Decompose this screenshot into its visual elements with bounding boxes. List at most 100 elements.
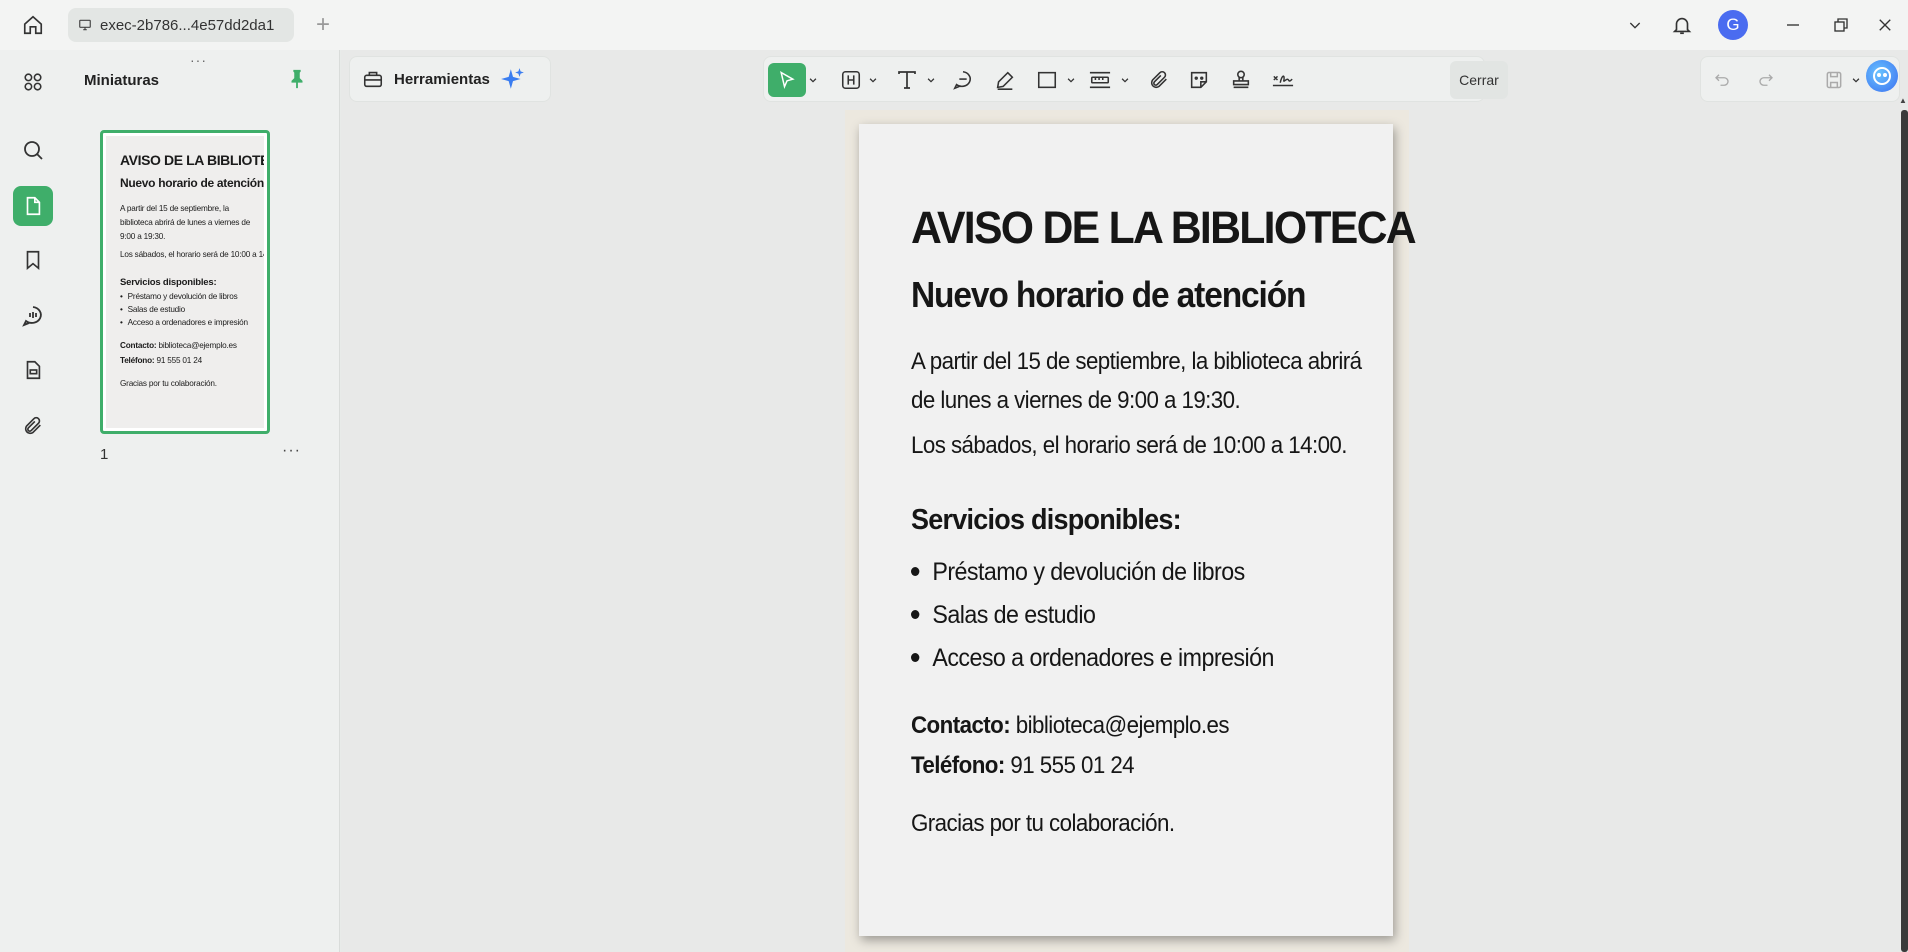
comment-icon [953,70,971,90]
save-dropdown[interactable] [1851,63,1861,97]
thumb-phone: Teléfono: 91 555 01 24 [120,356,202,365]
thumb-heading: AVISO DE LA BIBLIOTECA [120,152,264,168]
paperclip-icon [24,416,41,435]
restore-button[interactable] [1824,8,1858,42]
rail-comments-button[interactable] [13,296,53,336]
text-tool-dropdown[interactable] [926,63,936,97]
home-button[interactable] [16,10,50,40]
tools-label: Herramientas [394,70,490,88]
shape-tool-dropdown[interactable] [1066,63,1076,97]
rail-form-button[interactable] [13,350,53,390]
chevron-down-icon [869,78,877,83]
thanks-text: Gracias por tu colaboración. [911,810,1175,837]
phone-label: Teléfono: [911,752,1005,779]
plus-icon: + [315,11,330,38]
document-page[interactable]: AVISO DE LA BIBLIOTECA Nuevo horario de … [859,124,1417,936]
measure-tool-dropdown[interactable] [1120,63,1130,97]
undo-button[interactable] [1707,63,1737,97]
contact-line: Contacto: biblioteca@ejemplo.es [911,706,1331,746]
text-tool[interactable] [890,63,924,97]
paperclip-icon [1150,70,1167,89]
home-icon [23,15,43,35]
contact-block: Contacto: biblioteca@ejemplo.es Teléfono… [911,706,1331,786]
rail-search-button[interactable] [13,130,53,170]
sparkle-icon[interactable] [500,66,526,92]
highlight-tool-dropdown[interactable] [868,63,878,97]
attach-tool[interactable] [1142,63,1176,97]
save-button[interactable] [1819,63,1849,97]
page-thumbnail[interactable]: AVISO DE LA BIBLIOTECA Nuevo horario de … [100,130,270,434]
thumbnail-more-button[interactable]: ··· [282,442,301,460]
undo-icon [1715,74,1729,86]
close-toolbar-button[interactable]: Cerrar [1450,61,1508,99]
search-icon [24,141,43,160]
rail-attachments-button[interactable] [13,406,53,446]
measure-tool[interactable] [1082,63,1118,97]
thumb-thanks: Gracias por tu colaboración. [120,379,217,388]
thumb-list-item: Préstamo y devolución de libros [120,292,254,301]
new-tab-button[interactable]: + [310,10,336,40]
stamp-tool[interactable] [1224,63,1258,97]
bullet-icon [911,652,920,662]
list-item: Salas de estudio [911,594,1331,637]
scroll-up-arrow[interactable]: ▲ [1899,96,1908,106]
ruler-icon [1089,71,1111,89]
annotation-toolbar: Cerrar [763,56,1508,102]
chevron-down-icon [1121,78,1129,83]
chevron-down-icon [809,78,817,83]
select-tool-button[interactable] [768,63,806,97]
monitor-icon [79,19,91,31]
thumb-paragraph: Los sábados, el horario será de 10:00 a … [120,250,264,259]
thumb-list-item: Salas de estudio [120,305,254,314]
pin-button[interactable] [286,68,310,92]
avatar: G [1718,10,1748,40]
rail-pages-button[interactable] [13,186,53,226]
tab-title: exec-2b786...4e57dd2da1 [100,16,275,34]
redo-button[interactable] [1751,63,1781,97]
page-paragraph: Los sábados, el horario será de 10:00 a … [911,432,1347,459]
thumb-list-item: Acceso a ordenadores e impresión [120,318,254,327]
highlight-text-tool[interactable] [836,63,866,97]
rail-apps-button[interactable] [13,62,53,102]
thumb-services-title: Servicios disponibles: [120,277,217,288]
shape-tool[interactable] [1030,63,1064,97]
bullet-icon [911,609,920,619]
user-avatar-button[interactable]: G [1716,8,1750,42]
notifications-button[interactable] [1666,8,1698,42]
sticker-tool[interactable] [1182,63,1216,97]
form-icon [26,360,41,380]
text-box-h-icon [841,70,861,90]
close-window-button[interactable] [1868,8,1902,42]
chevron-down-icon [1067,78,1075,83]
close-icon [1879,19,1891,31]
services-list: Préstamo y devolución de libros Salas de… [911,551,1363,680]
ai-assistant-button[interactable] [1866,60,1898,92]
thumbnail-page-number: 1 [100,446,109,463]
bell-icon [1672,17,1692,35]
thumbnail-content: AVISO DE LA BIBLIOTECA Nuevo horario de … [106,136,264,428]
rail-bookmarks-button[interactable] [13,240,53,280]
pen-tool[interactable] [988,63,1022,97]
tools-button[interactable]: Herramientas [349,56,551,102]
pin-icon [291,69,303,89]
chevron-down-icon [1629,22,1641,29]
panel-resize-handle[interactable]: ··· [190,52,207,68]
cursor-icon [780,70,795,90]
redo-icon [1759,74,1773,86]
chevron-down-icon [927,78,935,83]
pen-icon [996,71,1014,90]
text-t-icon [898,71,916,89]
signature-tool[interactable] [1266,63,1300,97]
sticker-icon [1190,71,1208,89]
minimize-button[interactable] [1776,8,1810,42]
signature-icon [1272,75,1294,87]
tabs-dropdown-button[interactable] [1620,8,1650,42]
minimize-icon [1787,24,1799,26]
contact-label: Contacto: [911,712,1011,739]
thumb-contact: Contacto: biblioteca@ejemplo.es [120,341,237,350]
select-tool-dropdown[interactable] [808,63,818,97]
document-tab[interactable]: exec-2b786...4e57dd2da1 [68,8,294,42]
comment-tool[interactable] [946,63,980,97]
vertical-scrollbar[interactable] [1901,110,1908,952]
document-viewer: Herramientas Cerrar AVISO DE LA BIBLIOTE… [341,50,1908,952]
